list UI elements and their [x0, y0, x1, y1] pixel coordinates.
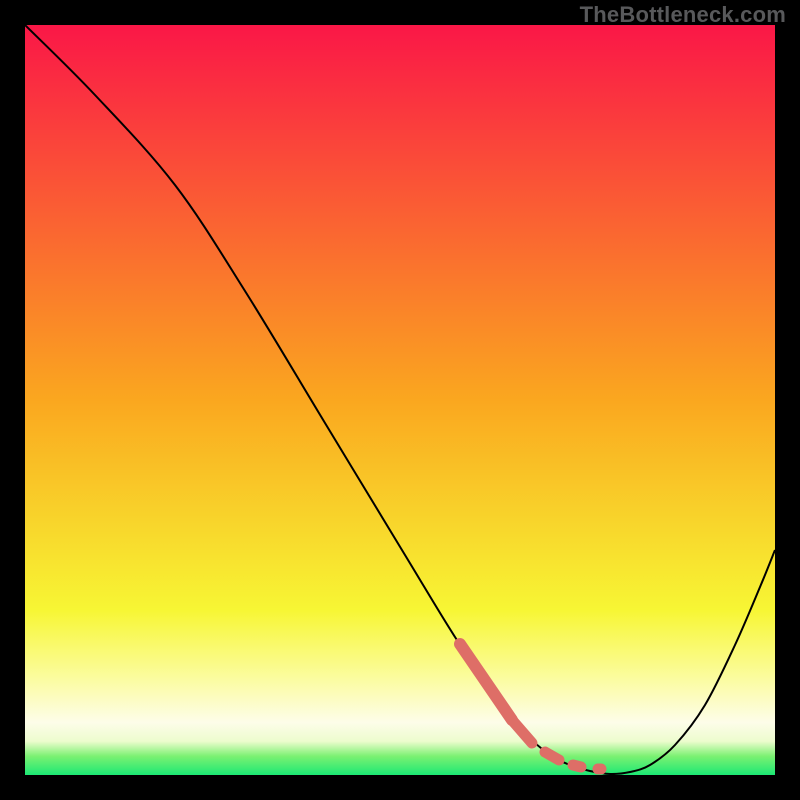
chart-svg: [25, 25, 775, 775]
gradient-background: [25, 25, 775, 775]
plot-area: [25, 25, 775, 775]
watermark-text: TheBottleneck.com: [580, 4, 786, 26]
